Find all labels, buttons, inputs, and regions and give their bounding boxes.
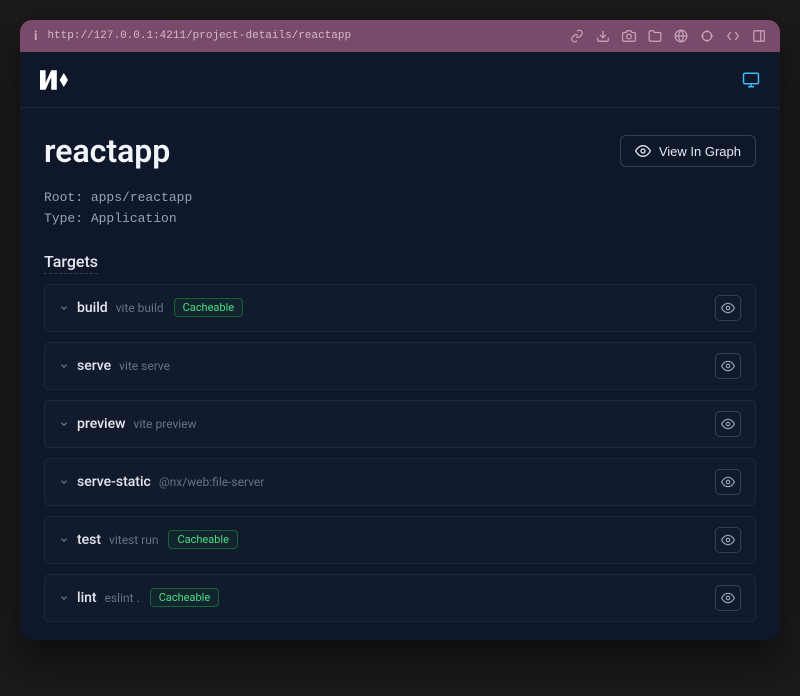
chevron-down-icon: [59, 361, 69, 371]
browser-titlebar: i http://127.0.0.1:4211/project-details/…: [20, 20, 780, 52]
eye-icon: [721, 591, 735, 605]
targets-heading: Targets: [44, 252, 98, 274]
monitor-icon[interactable]: [742, 71, 760, 89]
eye-icon: [721, 359, 735, 373]
chevron-down-icon: [59, 535, 69, 545]
view-target-button[interactable]: [715, 469, 741, 495]
download-icon[interactable]: [596, 29, 610, 43]
target-command: @nx/web:file-server: [159, 475, 264, 489]
nx-logo[interactable]: [40, 70, 68, 90]
main-content: reactapp View In Graph Root: apps/reacta…: [20, 108, 780, 640]
view-target-button[interactable]: [715, 527, 741, 553]
title-row: reactapp View In Graph: [44, 132, 756, 170]
info-icon[interactable]: i: [34, 29, 37, 44]
panel-icon[interactable]: [752, 29, 766, 43]
view-in-graph-button[interactable]: View In Graph: [620, 135, 756, 167]
target-name: preview: [77, 416, 126, 432]
eye-icon: [721, 301, 735, 315]
target-item-build[interactable]: build vite build Cacheable: [44, 284, 756, 332]
view-graph-label: View In Graph: [659, 144, 741, 159]
titlebar-right: [570, 29, 766, 43]
target-item-serve[interactable]: serve vite serve: [44, 342, 756, 390]
view-target-button[interactable]: [715, 353, 741, 379]
target-name: serve: [77, 358, 111, 374]
cacheable-badge: Cacheable: [150, 588, 219, 607]
target-command: vite build: [116, 301, 164, 315]
type-line: Type: Application: [44, 209, 756, 230]
view-target-button[interactable]: [715, 295, 741, 321]
view-target-button[interactable]: [715, 585, 741, 611]
eye-icon: [721, 533, 735, 547]
target-item-test[interactable]: test vitest run Cacheable: [44, 516, 756, 564]
crosshair-icon[interactable]: [700, 29, 714, 43]
globe-icon[interactable]: [674, 29, 688, 43]
view-target-button[interactable]: [715, 411, 741, 437]
target-item-lint[interactable]: lint eslint . Cacheable: [44, 574, 756, 622]
type-key: Type:: [44, 211, 83, 226]
link-icon[interactable]: [570, 29, 584, 43]
titlebar-left: i http://127.0.0.1:4211/project-details/…: [34, 29, 351, 44]
type-value: Application: [91, 211, 177, 226]
root-line: Root: apps/reactapp: [44, 188, 756, 209]
chevron-down-icon: [59, 303, 69, 313]
chevron-down-icon: [59, 477, 69, 487]
devtools-icon[interactable]: [726, 29, 740, 43]
folder-icon[interactable]: [648, 29, 662, 43]
app-window: i http://127.0.0.1:4211/project-details/…: [20, 20, 780, 640]
url-bar[interactable]: http://127.0.0.1:4211/project-details/re…: [47, 30, 351, 42]
app-header: [20, 52, 780, 108]
eye-icon: [635, 143, 651, 159]
cacheable-badge: Cacheable: [174, 298, 243, 317]
root-key: Root:: [44, 190, 83, 205]
root-value: apps/reactapp: [91, 190, 192, 205]
targets-list: build vite build Cacheable serve vite serve p…: [44, 284, 756, 622]
eye-icon: [721, 475, 735, 489]
chevron-down-icon: [59, 593, 69, 603]
target-command: eslint .: [105, 591, 140, 605]
target-name: lint: [77, 590, 97, 606]
page-title: reactapp: [44, 132, 170, 170]
target-name: serve-static: [77, 474, 151, 490]
target-command: vite serve: [119, 359, 170, 373]
target-command: vitest run: [109, 533, 158, 547]
camera-icon[interactable]: [622, 29, 636, 43]
target-name: test: [77, 532, 101, 548]
target-name: build: [77, 300, 108, 316]
target-item-serve-static[interactable]: serve-static @nx/web:file-server: [44, 458, 756, 506]
chevron-down-icon: [59, 419, 69, 429]
target-item-preview[interactable]: preview vite preview: [44, 400, 756, 448]
eye-icon: [721, 417, 735, 431]
meta-block: Root: apps/reactapp Type: Application: [44, 188, 756, 230]
cacheable-badge: Cacheable: [168, 530, 237, 549]
target-command: vite preview: [134, 417, 197, 431]
